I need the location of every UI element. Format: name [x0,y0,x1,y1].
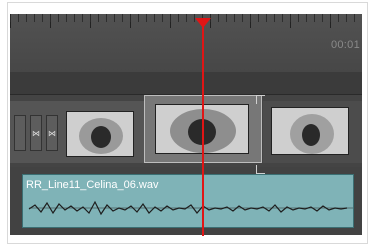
audio-waveform [28,200,353,216]
clip-marker-icon [14,115,26,151]
ruler-minor-ticks [10,14,362,22]
audio-track: RR_Line11_Celina_06.wav [10,167,362,235]
timeline-editor: 00:01 ⋈ ⋈ RR_Line11_Celina_06.wav [10,14,362,235]
ruler-timecode: 00:01 [330,39,360,51]
video-clip-next[interactable] [263,101,362,163]
video-clip-previous[interactable]: ⋈ ⋈ [10,101,145,163]
video-thumbnail [66,111,134,157]
transition-icon[interactable]: ⋈ [46,115,58,151]
video-track: ⋈ ⋈ [10,95,362,167]
timeline-ruler[interactable]: 00:01 [10,14,362,73]
playhead-line[interactable] [202,20,204,236]
clip-corner-marker [256,95,265,104]
transition-icon[interactable]: ⋈ [30,115,42,151]
video-thumbnail [271,107,349,155]
clip-corner-marker [256,165,265,174]
timeline-separator-band [10,72,362,95]
audio-clip[interactable]: RR_Line11_Celina_06.wav [22,174,354,228]
